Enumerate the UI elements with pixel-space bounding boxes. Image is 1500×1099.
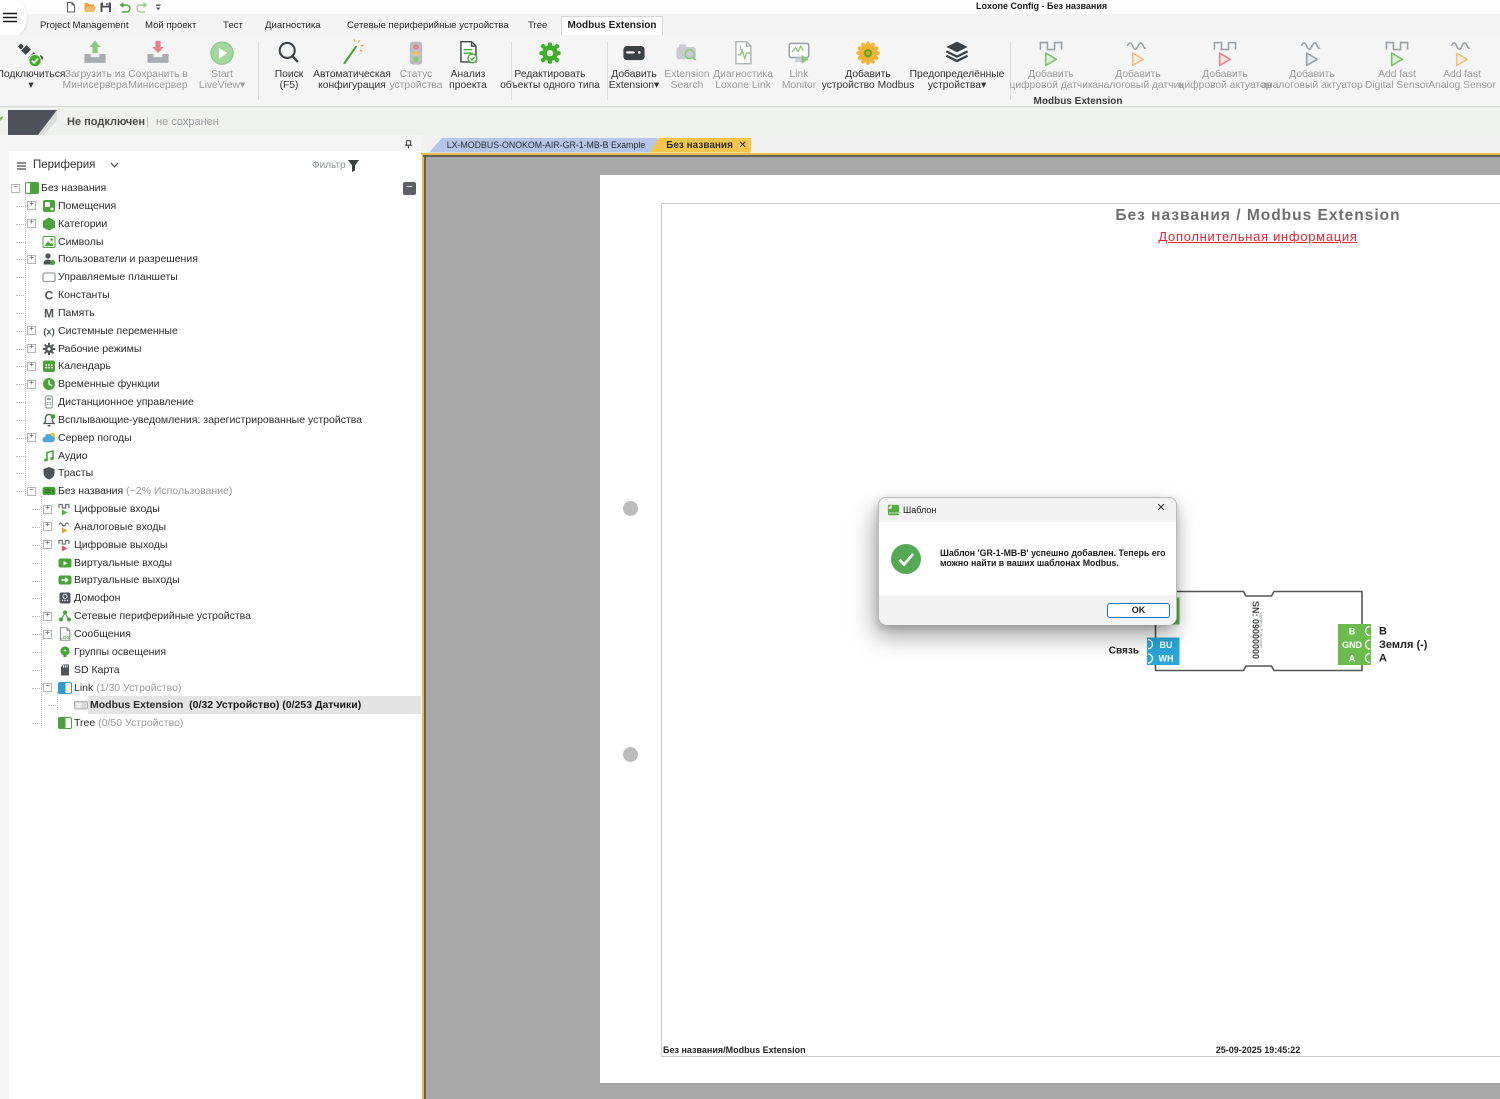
svg-text:LOG: LOG <box>60 635 70 640</box>
svg-text:L: L <box>739 44 743 51</box>
svg-text:A: A <box>1379 653 1387 665</box>
svg-text:BU: BU <box>1160 640 1173 650</box>
svg-text:B: B <box>1349 627 1356 637</box>
svg-text:LOXONE: LOXONE <box>887 511 900 515</box>
svg-text:C: C <box>45 289 54 303</box>
svg-text:B: B <box>1379 626 1387 638</box>
svg-text:Земля (-): Земля (-) <box>1379 639 1428 651</box>
svg-text:(x): (x) <box>43 326 55 337</box>
svg-text:Modbus Extension: Modbus Extension <box>1259 612 1264 648</box>
svg-text:M: M <box>44 306 54 320</box>
svg-text:Связь: Связь <box>1109 646 1139 657</box>
svg-text:GND: GND <box>1342 640 1363 650</box>
svg-text:WH: WH <box>1159 654 1174 664</box>
svg-text:A: A <box>1349 654 1356 664</box>
